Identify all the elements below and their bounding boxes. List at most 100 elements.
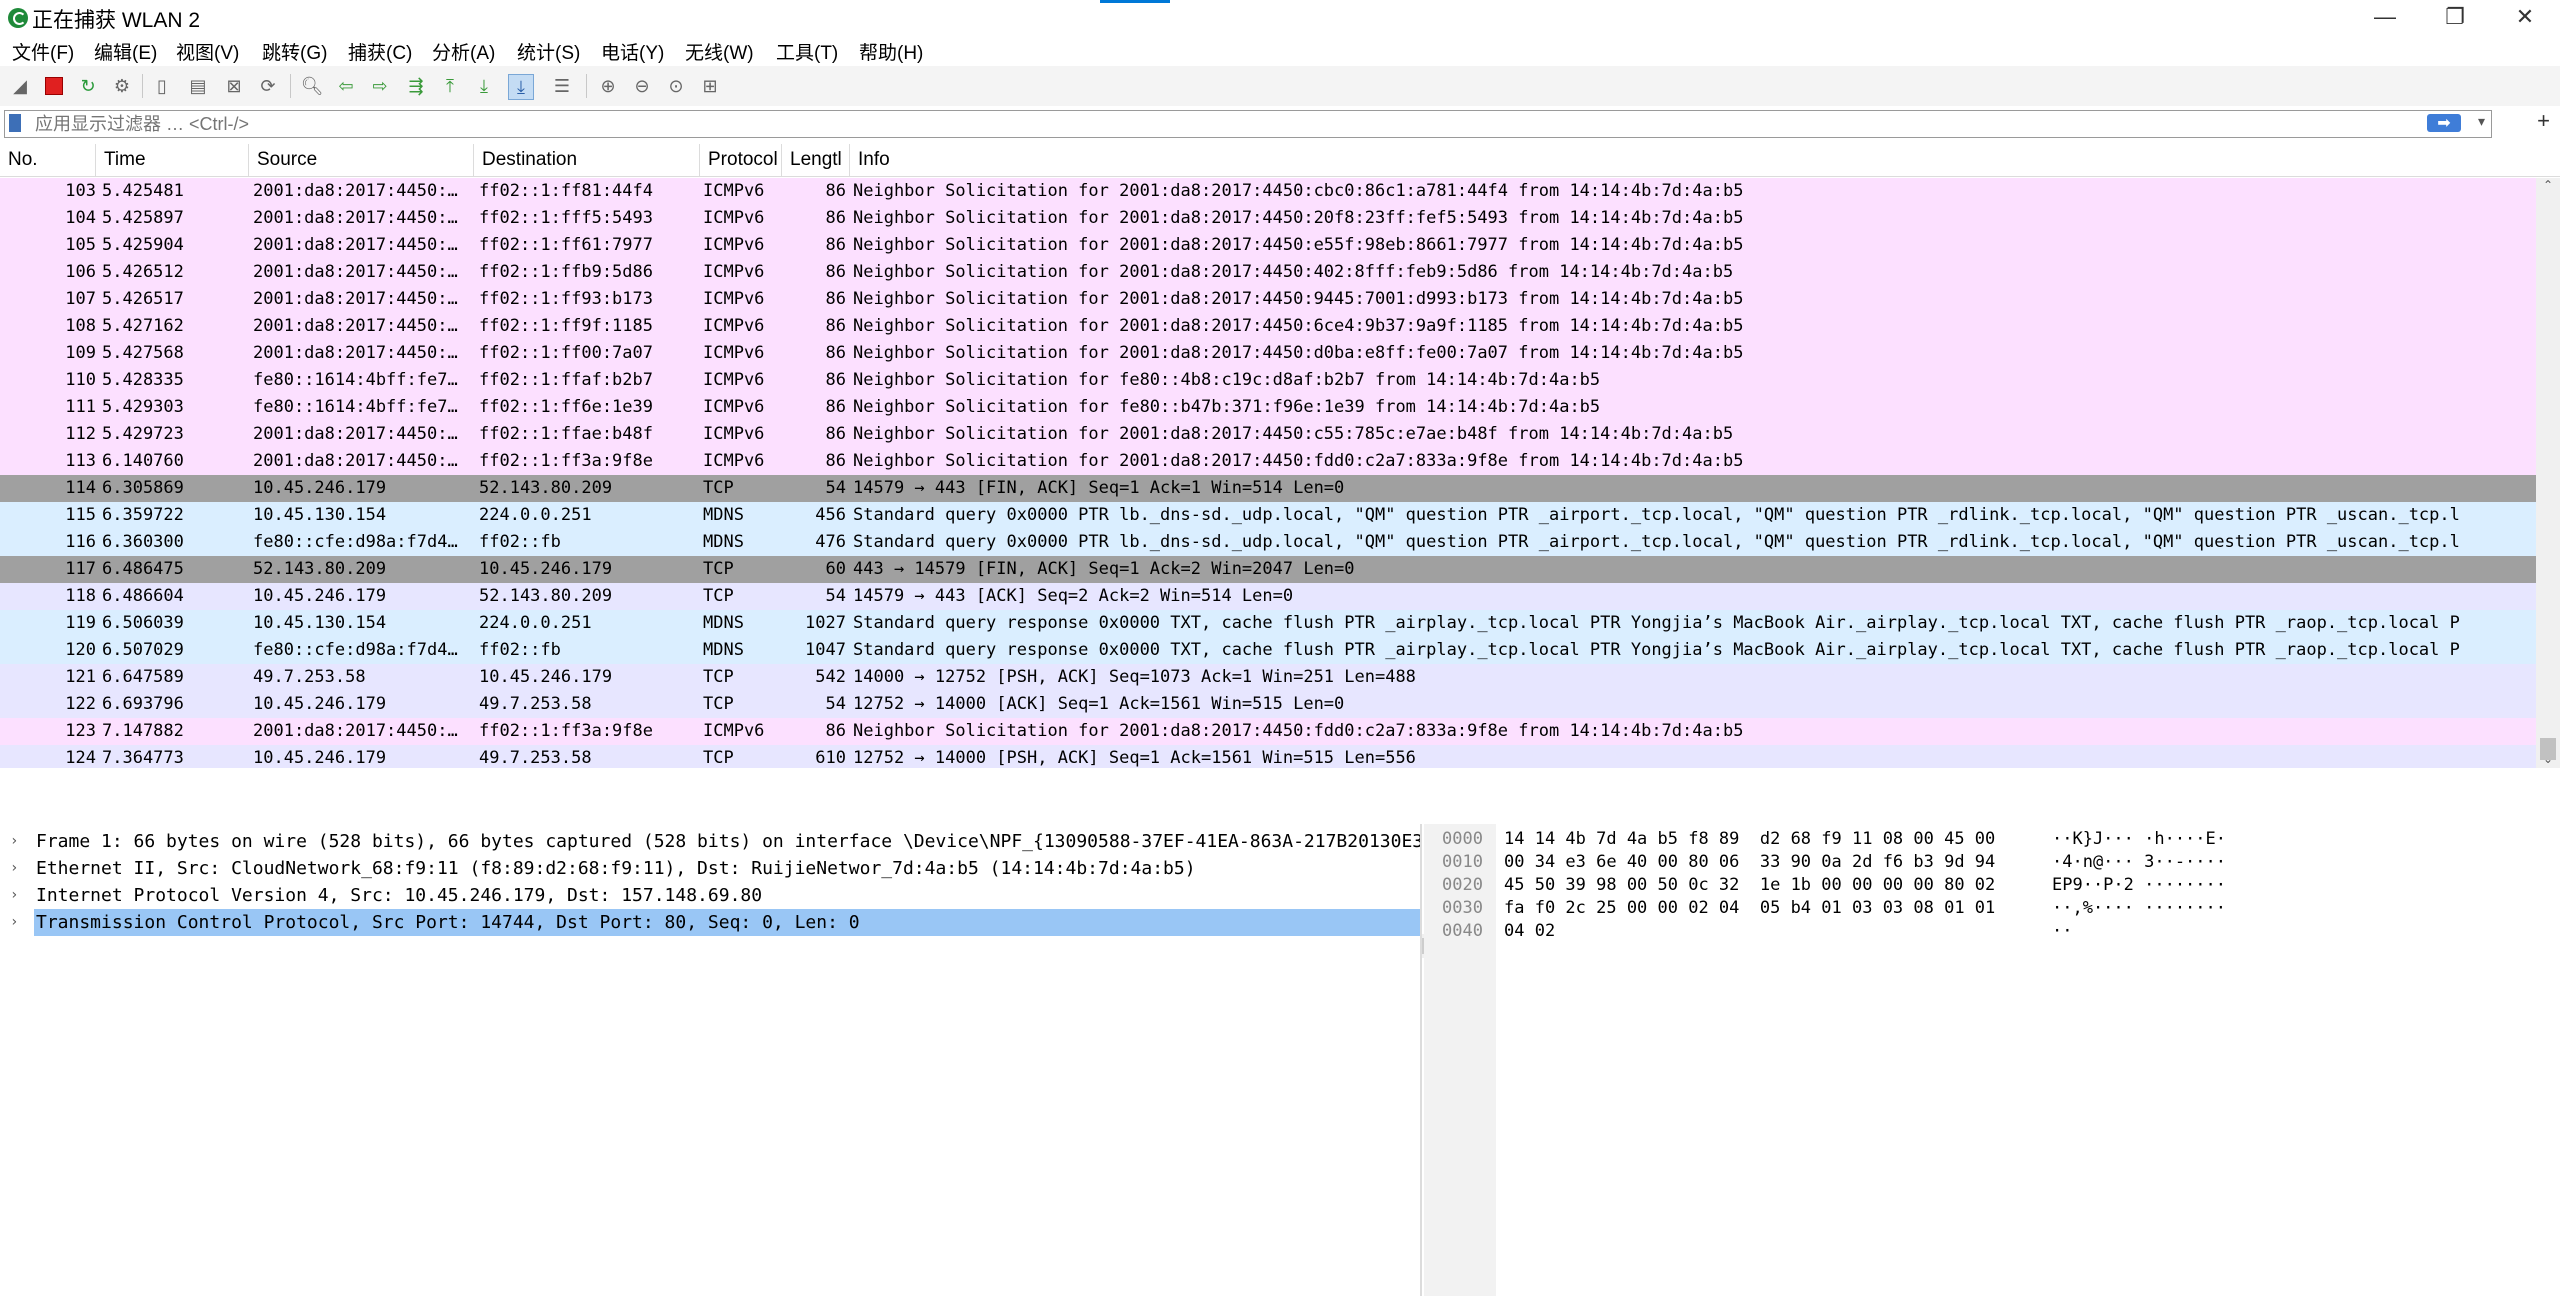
go-back-icon[interactable]: ⇦ (334, 74, 358, 98)
zoom-in-icon[interactable]: ⊕ (596, 74, 620, 98)
menu-view[interactable]: 视图(V) (176, 38, 239, 65)
table-row[interactable]: 104 5.425897 2001:da8:2017:4450:… ff02::1:f… (0, 205, 2536, 232)
menu-capture[interactable]: 捕获(C) (348, 38, 412, 65)
table-row[interactable]: 107 5.426517 2001:da8:2017:4450:… ff02::1:f… (0, 286, 2536, 313)
restart-capture-icon[interactable]: ↻ (76, 74, 100, 98)
table-row[interactable]: 117 6.486475 52.143.80.209 10.45.246.179 TCP… (0, 556, 2536, 583)
table-row[interactable]: 121 6.647589 49.7.253.58 10.45.246.179 TCP 54… (0, 664, 2536, 691)
table-row[interactable]: 115 6.359722 10.45.130.154 224.0.0.251 MDNS 4… (0, 502, 2536, 529)
table-row[interactable]: 103 5.425481 2001:da8:2017:4450:… ff02::1:f… (0, 178, 2536, 205)
menu-edit[interactable]: 编辑(E) (94, 38, 157, 65)
bookmark-icon[interactable] (9, 114, 21, 132)
column-header-source[interactable]: Source (249, 144, 474, 176)
chevron-right-icon[interactable]: › (10, 882, 18, 909)
reload-icon[interactable]: ⟳ (256, 74, 280, 98)
column-header-length[interactable]: Lengtl (782, 144, 850, 176)
packet-source: 2001:da8:2017:4450:… (253, 343, 458, 363)
packet-no: 109 (65, 343, 96, 363)
table-row[interactable]: 105 5.425904 2001:da8:2017:4450:… ff02::1:f… (0, 232, 2536, 259)
column-header-no[interactable]: No. (0, 144, 96, 176)
menu-help[interactable]: 帮助(H) (859, 38, 923, 65)
minimize-button[interactable]: — (2350, 0, 2420, 34)
packet-destination: ff02::1:ff3a:9f8e (479, 721, 653, 741)
table-row[interactable]: 109 5.427568 2001:da8:2017:4450:… ff02::1:f… (0, 340, 2536, 367)
menu-file[interactable]: 文件(F) (12, 38, 74, 65)
arrow-right-icon[interactable]: ➡ (2427, 114, 2461, 132)
table-row[interactable]: 113 6.140760 2001:da8:2017:4450:… ff02::1:f… (0, 448, 2536, 475)
packet-destination: 10.45.246.179 (479, 667, 613, 687)
table-row[interactable]: 124 7.364773 10.45.246.179 49.7.253.58 TCP 61… (0, 745, 2536, 768)
table-row[interactable]: 123 7.147882 2001:da8:2017:4450:… ff02::1:f… (0, 718, 2536, 745)
details-tree-item[interactable]: › Internet Protocol Version 4, Src: 10.45… (0, 882, 1420, 909)
menu-telephony[interactable]: 电话(Y) (601, 38, 664, 65)
bytes-row[interactable]: 0000 14 14 4b 7d 4a b5 f8 89 d2 68 f9 11 … (1424, 828, 2560, 851)
scroll-up-icon[interactable]: ⌃ (2536, 178, 2560, 194)
find-packet-icon[interactable]: 🔍︎ (300, 74, 324, 98)
resize-columns-icon[interactable]: ⊞ (698, 74, 722, 98)
chevron-right-icon[interactable]: › (10, 855, 18, 882)
menu-tools[interactable]: 工具(T) (776, 38, 838, 65)
table-row[interactable]: 106 5.426512 2001:da8:2017:4450:… ff02::1:f… (0, 259, 2536, 286)
table-row[interactable]: 110 5.428335 fe80::1614:4bff:fe7… ff02::1:f… (0, 367, 2536, 394)
save-file-icon[interactable]: ▤ (186, 74, 210, 98)
zoom-normal-icon[interactable]: ⊙ (664, 74, 688, 98)
table-row[interactable]: 112 5.429723 2001:da8:2017:4450:… ff02::1:f… (0, 421, 2536, 448)
packet-list-vscroll[interactable]: ⌃ ⌄ (2536, 178, 2560, 768)
menu-analyze[interactable]: 分析(A) (432, 38, 495, 65)
display-filter-input[interactable] (33, 112, 2437, 136)
menu-go[interactable]: 跳转(G) (262, 38, 327, 65)
table-row[interactable]: 116 6.360300 fe80::cfe:d98a:f7d4… ff02::fb M… (0, 529, 2536, 556)
table-row[interactable]: 122 6.693796 10.45.246.179 49.7.253.58 TCP 54… (0, 691, 2536, 718)
packet-no: 111 (65, 397, 96, 417)
table-row[interactable]: 118 6.486604 10.45.246.179 52.143.80.209 TCP… (0, 583, 2536, 610)
bytes-row[interactable]: 0020 45 50 39 98 00 50 0c 32 1e 1b 00 00 … (1424, 874, 2560, 897)
table-row[interactable]: 111 5.429303 fe80::1614:4bff:fe7… ff02::1:f… (0, 394, 2536, 421)
open-file-icon[interactable]: ▯ (150, 74, 174, 98)
wireshark-app-icon (8, 8, 28, 28)
bytes-row[interactable]: 0040 04 02 ·· (1424, 920, 2560, 943)
scroll-down-icon[interactable]: ⌄ (2536, 752, 2560, 768)
capture-options-icon[interactable]: ⚙ (110, 74, 134, 98)
chevron-down-icon[interactable]: ▾ (2478, 113, 2485, 130)
close-button[interactable]: ✕ (2490, 0, 2560, 34)
menu-statistics[interactable]: 统计(S) (517, 38, 580, 65)
go-first-icon[interactable]: ⤒ (438, 74, 462, 98)
auto-scroll-icon[interactable]: ⤓ (508, 74, 534, 100)
bytes-row[interactable]: 0010 00 34 e3 6e 40 00 80 06 33 90 0a 2d … (1424, 851, 2560, 874)
table-row[interactable]: 114 6.305869 10.45.246.179 52.143.80.209 TCP… (0, 475, 2536, 502)
packet-info: 12752 → 14000 [PSH, ACK] Seq=1 Ack=1561 … (853, 748, 1416, 768)
table-row[interactable]: 108 5.427162 2001:da8:2017:4450:… ff02::1:f… (0, 313, 2536, 340)
packet-protocol: ICMPv6 (703, 208, 765, 228)
add-filter-button[interactable]: + (2537, 108, 2550, 134)
packet-length: 54 (825, 586, 846, 606)
details-tree-item[interactable]: › Transmission Control Protocol, Src Port… (0, 909, 1420, 936)
column-header-info[interactable]: Info (850, 144, 2560, 176)
zoom-out-icon[interactable]: ⊖ (630, 74, 654, 98)
colorize-icon[interactable]: ☰ (550, 74, 574, 98)
column-header-time[interactable]: Time (96, 144, 249, 176)
packet-no: 122 (65, 694, 96, 714)
go-forward-icon[interactable]: ⇨ (368, 74, 392, 98)
restore-button[interactable]: ❐ (2420, 0, 2490, 34)
shark-fin-start-icon[interactable]: ◢ (8, 74, 32, 98)
stop-capture-icon[interactable] (42, 74, 66, 98)
packet-length: 86 (825, 370, 846, 390)
table-row[interactable]: 119 6.506039 10.45.130.154 224.0.0.251 MDNS 1… (0, 610, 2536, 637)
bytes-row[interactable]: 0030 fa f0 2c 25 00 00 02 04 05 b4 01 03 … (1424, 897, 2560, 920)
table-row[interactable]: 120 6.507029 fe80::cfe:d98a:f7d4… ff02::fb M… (0, 637, 2536, 664)
chevron-right-icon[interactable]: › (10, 828, 18, 855)
chevron-right-icon[interactable]: › (10, 909, 18, 936)
close-file-icon[interactable]: ⊠ (222, 74, 246, 98)
details-tree-item[interactable]: › Ethernet II, Src: CloudNetwork_68:f9:11… (0, 855, 1420, 882)
column-header-destination[interactable]: Destination (474, 144, 700, 176)
go-to-packet-icon[interactable]: ⇶ (404, 74, 428, 98)
menu-wireless[interactable]: 无线(W) (685, 38, 754, 65)
details-tree-item[interactable]: › Frame 1: 66 bytes on wire (528 bits), 6… (0, 828, 1420, 855)
go-last-icon[interactable]: ⤓ (472, 74, 496, 98)
packet-bytes-pane: 0000 14 14 4b 7d 4a b5 f8 89 d2 68 f9 11 … (1424, 824, 2560, 1296)
bytes-offset: 0030 (1442, 898, 1483, 918)
packet-source: 2001:da8:2017:4450:… (253, 451, 458, 471)
column-header-protocol[interactable]: Protocol (700, 144, 782, 176)
packet-no: 124 (65, 748, 96, 768)
packet-info: Standard query response 0x0000 TXT, cach… (853, 640, 2460, 660)
